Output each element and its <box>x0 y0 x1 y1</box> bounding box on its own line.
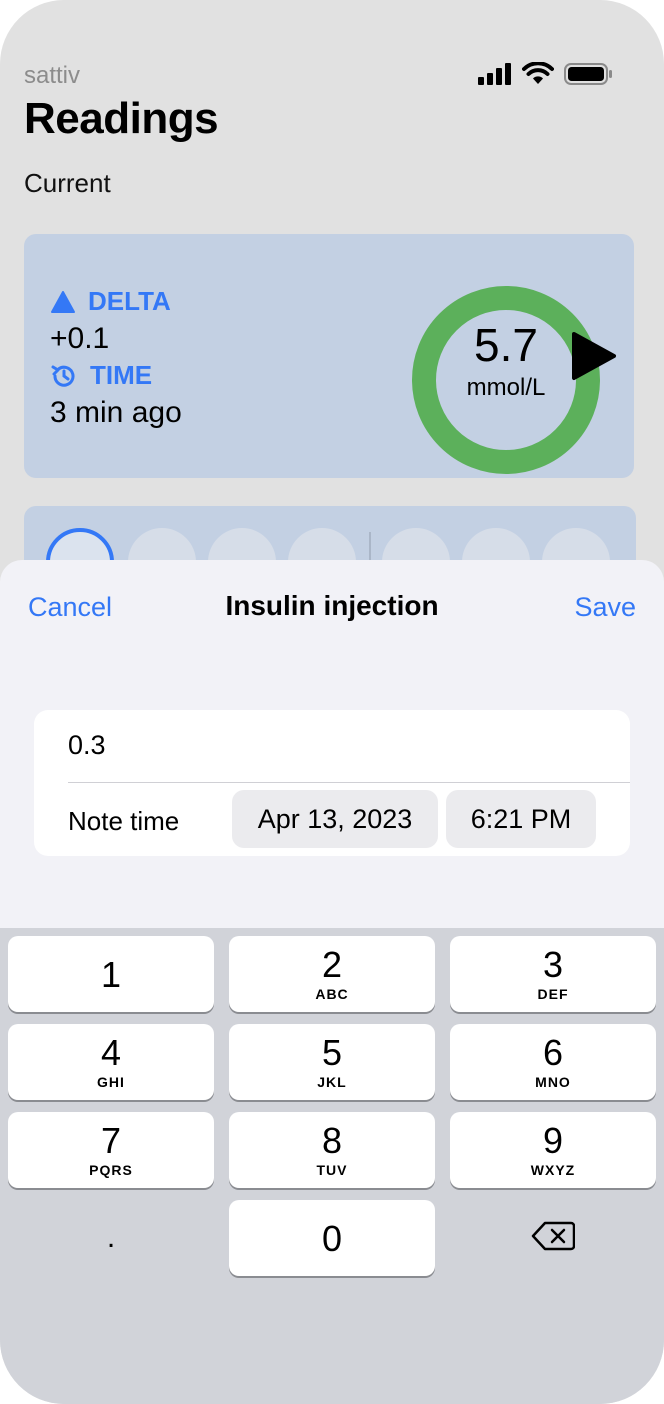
key-digit: 3 <box>542 944 564 985</box>
app-name: sattiv <box>24 62 81 89</box>
key-digit: 9 <box>542 1120 564 1161</box>
key-digit: 0 <box>321 1218 343 1259</box>
section-title: Current <box>24 168 111 198</box>
current-reading-card: DELTA +0.1 TIME 3 min ago 5.7 mmol/L <box>24 234 634 478</box>
key-letters: MNO <box>535 1074 571 1090</box>
insulin-amount-input[interactable] <box>68 730 608 761</box>
key-0[interactable]: 0 <box>229 1200 435 1276</box>
key-6[interactable]: 6 MNO <box>450 1024 656 1100</box>
phone-screen: sattiv Readings Current DELTA +0.1 TIME … <box>0 0 664 1404</box>
date-picker[interactable]: Apr 13, 2023 <box>232 790 438 848</box>
numeric-keypad: 1 2 ABC 3 DEF 4 GHI 5 JKL 6 MNO 7 PQRS 8… <box>0 928 664 1404</box>
cellular-signal-icon <box>478 63 511 85</box>
play-arrow-icon[interactable] <box>570 330 618 382</box>
key-5[interactable]: 5 JKL <box>229 1024 435 1100</box>
key-digit: 6 <box>542 1032 564 1073</box>
battery-icon <box>564 63 612 85</box>
delete-key[interactable] <box>450 1200 656 1276</box>
key-letters: TUV <box>316 1162 348 1178</box>
page-title: Readings <box>24 94 219 143</box>
delta-label: DELTA <box>50 286 171 317</box>
insulin-sheet: Cancel Insulin injection Save Note time … <box>0 560 664 930</box>
key-2[interactable]: 2 ABC <box>229 936 435 1012</box>
key-letters: ABC <box>315 986 349 1002</box>
key-4[interactable]: 4 GHI <box>8 1024 214 1100</box>
cancel-button[interactable]: Cancel <box>28 592 112 623</box>
note-time-label: Note time <box>68 806 180 836</box>
triangle-icon <box>51 290 75 313</box>
save-button[interactable]: Save <box>574 592 636 623</box>
key-decimal[interactable]: . <box>8 1200 214 1276</box>
key-digit: 8 <box>321 1120 343 1161</box>
key-3[interactable]: 3 DEF <box>450 936 656 1012</box>
time-value: 3 min ago <box>50 396 182 429</box>
key-7[interactable]: 7 PQRS <box>8 1112 214 1188</box>
time-label: TIME <box>50 360 152 391</box>
key-letters: WXYZ <box>530 1162 576 1178</box>
key-digit: 7 <box>100 1120 122 1161</box>
key-digit: 1 <box>100 954 122 995</box>
time-label-text: TIME <box>90 360 153 390</box>
key-digit: 2 <box>321 944 343 985</box>
history-clock-icon <box>51 365 75 387</box>
wifi-icon <box>522 62 554 84</box>
form-divider <box>68 782 630 783</box>
key-1[interactable]: 1 <box>8 936 214 1012</box>
delta-value: +0.1 <box>50 322 110 355</box>
key-digit: 5 <box>321 1032 343 1073</box>
key-9[interactable]: 9 WXYZ <box>450 1112 656 1188</box>
time-picker[interactable]: 6:21 PM <box>446 790 596 848</box>
delta-label-text: DELTA <box>88 286 171 316</box>
key-digit: 4 <box>100 1032 122 1073</box>
key-letters: DEF <box>537 986 569 1002</box>
injection-form: Note time Apr 13, 2023 6:21 PM <box>34 710 630 856</box>
key-8[interactable]: 8 TUV <box>229 1112 435 1188</box>
status-bar <box>478 62 612 86</box>
key-letters: PQRS <box>89 1162 133 1178</box>
key-letters: JKL <box>317 1074 347 1090</box>
key-letters: GHI <box>97 1074 125 1090</box>
backspace-icon <box>531 1221 576 1251</box>
